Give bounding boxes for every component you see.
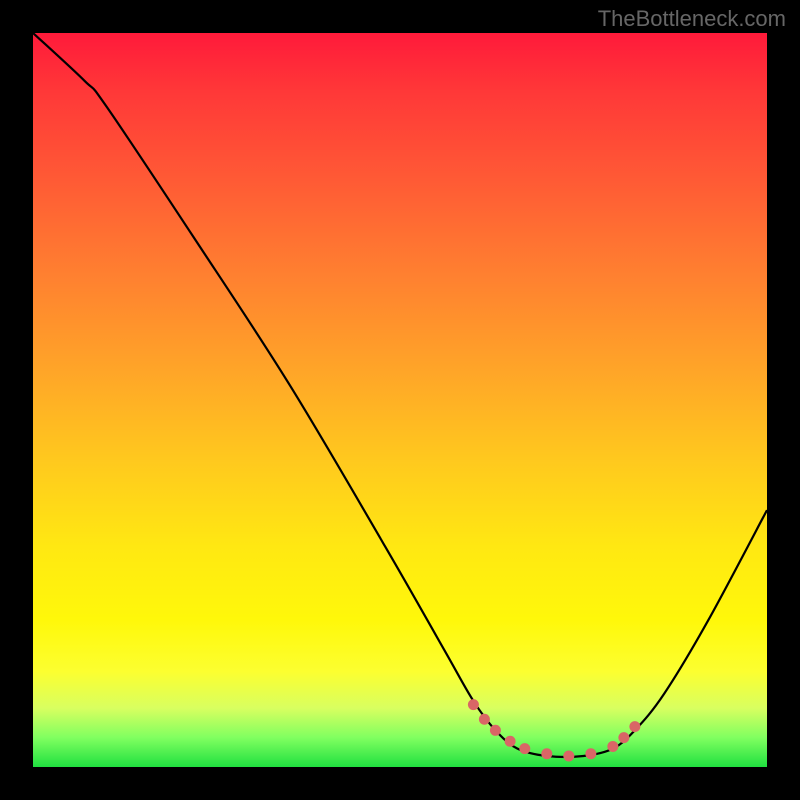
highlight-dot [519,743,530,754]
highlight-dot [541,748,552,759]
highlight-dots-group [468,699,640,761]
plot-area [33,33,767,767]
chart-svg [33,33,767,767]
highlight-dot [563,750,574,761]
highlight-dot [607,741,618,752]
highlight-dot [618,732,629,743]
watermark-text: TheBottleneck.com [598,6,786,32]
highlight-dot [479,714,490,725]
highlight-dot [468,699,479,710]
highlight-dot [490,725,501,736]
bottleneck-curve [33,33,767,757]
highlight-dot [585,748,596,759]
highlight-dot [629,721,640,732]
highlight-dot [505,736,516,747]
